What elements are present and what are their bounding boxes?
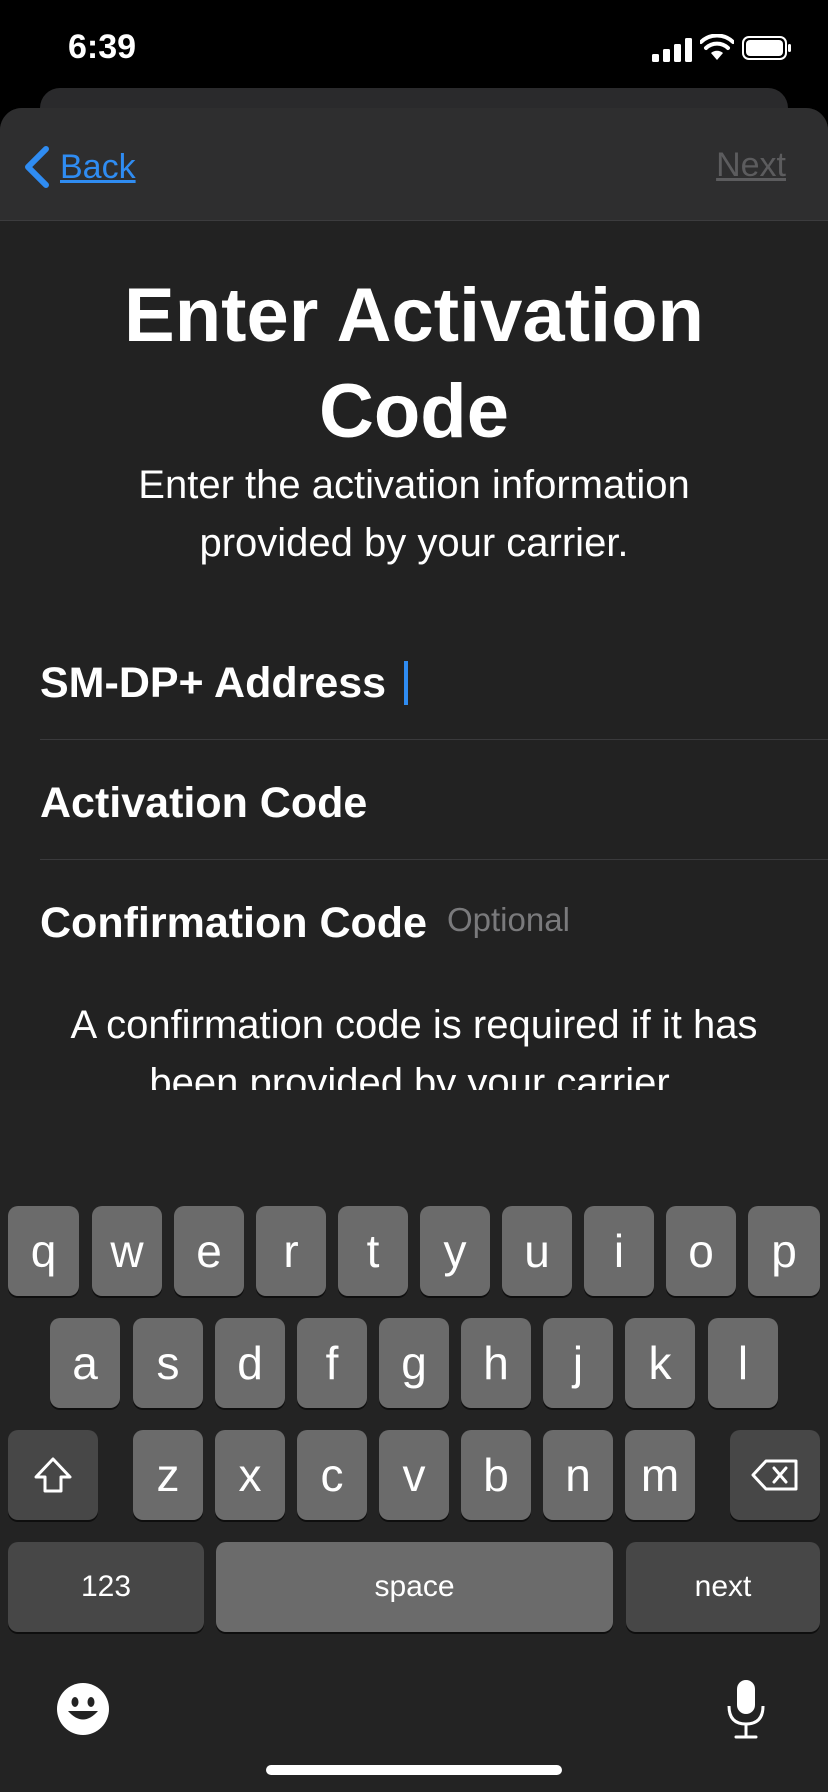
space-key[interactable]: space — [216, 1542, 613, 1632]
key-g[interactable]: g — [379, 1318, 449, 1408]
divider — [40, 739, 828, 740]
backspace-icon — [751, 1459, 798, 1491]
key-u[interactable]: u — [502, 1206, 572, 1296]
back-button[interactable]: Back — [22, 142, 136, 192]
key-i[interactable]: i — [584, 1206, 654, 1296]
sm-dp-address-field[interactable]: SM-DP+ Address — [40, 623, 828, 743]
back-label: Back — [60, 147, 136, 186]
field-label: SM-DP+ Address — [40, 658, 387, 707]
keyboard: q w e r t y u i o p a s d f g h j k l z … — [0, 1090, 828, 1792]
key-t[interactable]: t — [338, 1206, 408, 1296]
key-w[interactable]: w — [92, 1206, 162, 1296]
activation-code-field[interactable]: Activation Code — [40, 743, 828, 863]
cellular-signal-icon — [652, 38, 692, 62]
optional-placeholder: Optional — [446, 901, 570, 938]
key-o[interactable]: o — [666, 1206, 736, 1296]
key-k[interactable]: k — [625, 1318, 695, 1408]
wifi-icon — [700, 34, 734, 60]
field-label: Confirmation Code — [40, 898, 427, 947]
text-cursor — [404, 661, 409, 705]
battery-icon — [742, 36, 791, 60]
page-subtitle: Enter the activation information provide… — [138, 463, 690, 565]
key-z[interactable]: z — [133, 1430, 203, 1520]
key-q[interactable]: q — [8, 1206, 79, 1296]
key-y[interactable]: y — [420, 1206, 490, 1296]
key-b[interactable]: b — [461, 1430, 531, 1520]
key-c[interactable]: c — [297, 1430, 367, 1520]
field-label: Activation Code — [40, 778, 368, 827]
key-v[interactable]: v — [379, 1430, 449, 1520]
emoji-icon[interactable] — [56, 1682, 110, 1736]
key-d[interactable]: d — [215, 1318, 285, 1408]
status-time: 6:39 — [68, 28, 137, 66]
key-l[interactable]: l — [708, 1318, 778, 1408]
key-f[interactable]: f — [297, 1318, 367, 1408]
page-title: Enter Activation Code — [124, 273, 704, 454]
key-e[interactable]: e — [174, 1206, 244, 1296]
delete-key[interactable] — [730, 1430, 820, 1520]
confirmation-code-field[interactable]: Confirmation Code Optional — [40, 863, 828, 983]
home-indicator — [266, 1765, 562, 1775]
next-button[interactable]: Next — [716, 146, 786, 185]
key-a[interactable]: a — [50, 1318, 120, 1408]
key-j[interactable]: j — [543, 1318, 613, 1408]
key-n[interactable]: n — [543, 1430, 613, 1520]
status-bar: 6:39 — [0, 0, 828, 100]
chevron-left-icon — [25, 146, 49, 188]
shift-key[interactable] — [8, 1430, 98, 1520]
shift-arrow-icon — [34, 1457, 72, 1493]
navigation-bar: Back Next — [0, 108, 828, 221]
key-x[interactable]: x — [215, 1430, 285, 1520]
divider — [40, 859, 828, 860]
numbers-key[interactable]: 123 — [8, 1542, 204, 1632]
next-key[interactable]: next — [626, 1542, 820, 1632]
microphone-icon[interactable] — [724, 1678, 768, 1740]
key-r[interactable]: r — [256, 1206, 326, 1296]
key-p[interactable]: p — [748, 1206, 820, 1296]
key-s[interactable]: s — [133, 1318, 203, 1408]
key-h[interactable]: h — [461, 1318, 531, 1408]
key-m[interactable]: m — [625, 1430, 695, 1520]
